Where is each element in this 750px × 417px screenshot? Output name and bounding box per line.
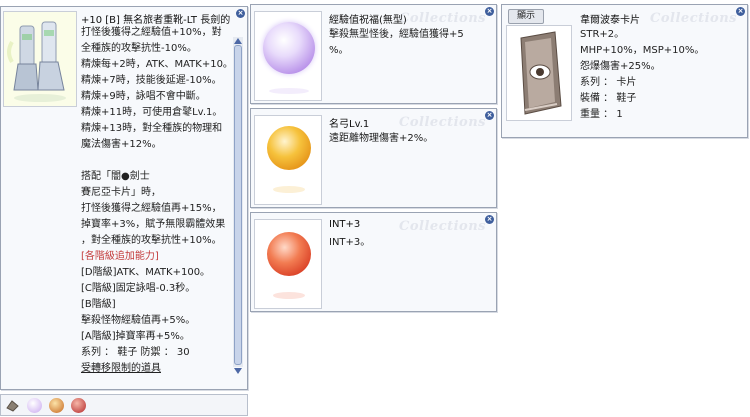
enchant-slot-red-icon[interactable] <box>71 398 86 413</box>
enchant-window-int: Collections × INT+3 INT+3。 <box>250 212 497 312</box>
scroll-up-icon[interactable] <box>234 38 242 44</box>
desc-line: 系列 ： 卡片 <box>580 77 637 88</box>
gem-shadow <box>269 88 309 94</box>
show-button[interactable]: 顯示 <box>508 9 544 24</box>
red-gem-icon <box>267 232 311 276</box>
enchant-image-frame <box>254 115 322 205</box>
desc-line: 重量 ： 1 <box>580 109 623 120</box>
item-stats: 系列 ： 鞋子 防禦 ： 30 <box>81 347 190 358</box>
watermark: Collections <box>399 115 486 130</box>
desc-line: 賽尼亞卡片」時， <box>81 187 161 198</box>
close-icon[interactable]: × <box>236 9 245 18</box>
desc-line: 打怪後獲得之經驗值+10%，對 <box>81 27 222 38</box>
grade-line: [C階級]固定詠唱-0.3秒。 <box>81 283 196 294</box>
desc-line: ，對全種族的攻擊抗性+10%。 <box>81 235 222 246</box>
gem-shadow <box>273 186 305 193</box>
enchant-image-frame <box>254 219 322 309</box>
purple-gem-icon <box>263 22 315 74</box>
desc-line <box>81 153 233 169</box>
desc-line: INT+3。 <box>329 237 371 248</box>
boots-icon <box>7 21 66 102</box>
desc-line: 全種族的攻擊抗性-10%。 <box>81 43 197 54</box>
desc-line: 精煉+7時，技能後延遲-10%。 <box>81 75 222 86</box>
grade-line: [B階級] <box>81 299 116 310</box>
item-image-frame <box>3 11 77 107</box>
desc-line: 精煉每+2時，ATK、MATK+10。 <box>81 59 233 70</box>
grade-title: [各階級追加能力] <box>81 251 159 262</box>
enchant-image-frame <box>254 11 322 101</box>
enchant-slot-purple-icon[interactable] <box>27 398 42 413</box>
enchant-slot-gold-icon[interactable] <box>49 398 64 413</box>
desc-line: 精煉+13時，對全種族的物理和 <box>81 123 223 134</box>
close-icon[interactable]: × <box>485 215 494 224</box>
watermark: Collections <box>399 219 486 234</box>
scrollbar-thumb[interactable] <box>234 45 242 365</box>
gold-gem-icon <box>267 126 311 170</box>
desc-line: 掉寶率+3%，賦予無限霸體效果 <box>81 219 226 230</box>
grade-line: [D階級]ATK、MATK+100。 <box>81 267 211 278</box>
desc-line: %。 <box>329 45 349 56</box>
card-description: STR+2。 MHP+10%，MSP+10%。 怨爆傷害+25%。 系列 ： 卡… <box>580 27 704 123</box>
card-slot-icon[interactable] <box>5 398 20 413</box>
enchant-window-exp-blessing: Collections × 經驗值祝福(無型) 擊殺無型怪後，經驗值獲得+5 %… <box>250 4 497 104</box>
enchant-title: 經驗值祝福(無型) <box>329 15 407 26</box>
watermark: Collections <box>399 11 486 26</box>
desc-line: 遠距離物理傷害+2%。 <box>329 133 434 144</box>
close-icon[interactable]: × <box>736 7 745 16</box>
enchant-description: INT+3。 <box>329 235 370 251</box>
enchant-window-bow: Collections × 名弓Lv.1 遠距離物理傷害+2%。 <box>250 108 497 208</box>
desc-line: 精煉+9時，詠唱不會中斷。 <box>81 91 206 102</box>
item-title: +10 [B] 無名旅者重靴-LT 長劍的 <box>81 15 231 26</box>
watermark: Collections <box>650 11 737 26</box>
desc-line: 擊殺無型怪後，經驗值獲得+5 <box>329 29 464 40</box>
gem-shadow <box>273 292 305 299</box>
desc-line: 精煉+11時，可使用倉鼕Lv.1。 <box>81 107 223 118</box>
transfer-restriction-link[interactable]: 受轉移限制的道具 <box>81 361 233 377</box>
close-icon[interactable]: × <box>485 7 494 16</box>
enchant-description: 遠距離物理傷害+2%。 <box>329 131 433 147</box>
card-artwork-icon <box>520 31 562 115</box>
card-title: 韋爾波泰卡片 <box>580 15 640 26</box>
grade-line: 擊殺怪物經驗值再+5%。 <box>81 315 196 326</box>
scroll-down-icon[interactable] <box>234 368 242 374</box>
enchant-title: 名弓Lv.1 <box>329 119 370 130</box>
close-icon[interactable]: × <box>485 111 494 120</box>
desc-line: 怨爆傷害+25%。 <box>580 61 661 72</box>
desc-line: MHP+10%，MSP+10%。 <box>580 45 705 56</box>
desc-line: STR+2。 <box>580 29 625 40</box>
enchant-title: INT+3 <box>329 219 361 230</box>
desc-line: 搭配「闇●劍士 <box>81 171 150 182</box>
card-image-frame <box>506 25 572 121</box>
desc-line: 魔法傷害+12%。 <box>81 139 162 150</box>
desc-line: 打怪後獲得之經驗值再+15%， <box>81 203 222 214</box>
item-description: 打怪後獲得之經驗值+10%，對 全種族的攻擊抗性-10%。 精煉每+2時，ATK… <box>81 25 233 377</box>
desc-line: 裝備 ： 鞋子 <box>580 93 637 104</box>
card-info-window: Collections × 顯示 韋爾波泰卡片 STR+2。 MHP+10%，M… <box>501 4 748 138</box>
enchant-description: 擊殺無型怪後，經驗值獲得+5 %。 <box>329 27 464 59</box>
item-info-window: × +10 [B] 無名旅者重靴-LT 長劍的 打怪後獲得之經驗值+10%，對 … <box>0 6 248 390</box>
grade-line: [A階級]掉寶率再+5%。 <box>81 331 190 342</box>
